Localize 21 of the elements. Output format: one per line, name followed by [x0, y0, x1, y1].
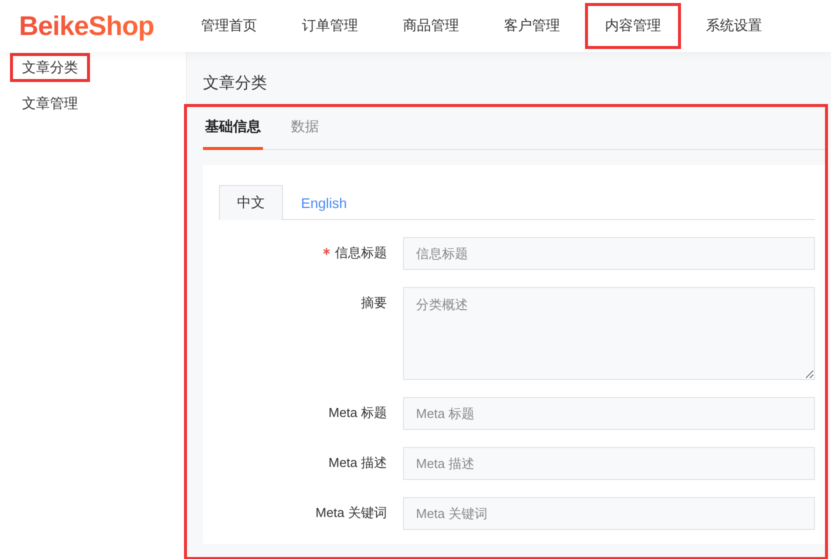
input-field[interactable]: Meta 标题 [403, 397, 815, 430]
field-label: 信息标题 [335, 245, 387, 261]
textarea-field[interactable]: 分类概述 [403, 287, 815, 380]
nav-item[interactable]: 内容管理 [585, 3, 682, 49]
nav-item[interactable]: 订单管理 [282, 3, 378, 49]
language-tab[interactable]: 中文 [219, 185, 283, 220]
input-field[interactable]: 信息标题 [403, 237, 815, 270]
sidebar-item[interactable]: 文章管理 [10, 89, 90, 118]
input-field[interactable]: Meta 描述 [403, 447, 815, 480]
nav-item[interactable]: 管理首页 [181, 3, 278, 49]
field-label: 摘要 [361, 295, 387, 311]
tab[interactable]: 基础信息 [203, 107, 263, 150]
field-label: Meta 标题 [328, 405, 387, 421]
input-field[interactable]: Meta 关键词 [403, 497, 815, 530]
field-label: Meta 关键词 [315, 505, 387, 521]
field-label: Meta 描述 [328, 455, 387, 471]
page-title: 文章分类 [203, 74, 267, 94]
nav-item[interactable]: 商品管理 [383, 3, 480, 49]
sidebar-item[interactable]: 文章分类 [10, 53, 90, 82]
nav-item[interactable]: 系统设置 [686, 3, 782, 49]
nav-item[interactable]: 客户管理 [484, 3, 580, 49]
